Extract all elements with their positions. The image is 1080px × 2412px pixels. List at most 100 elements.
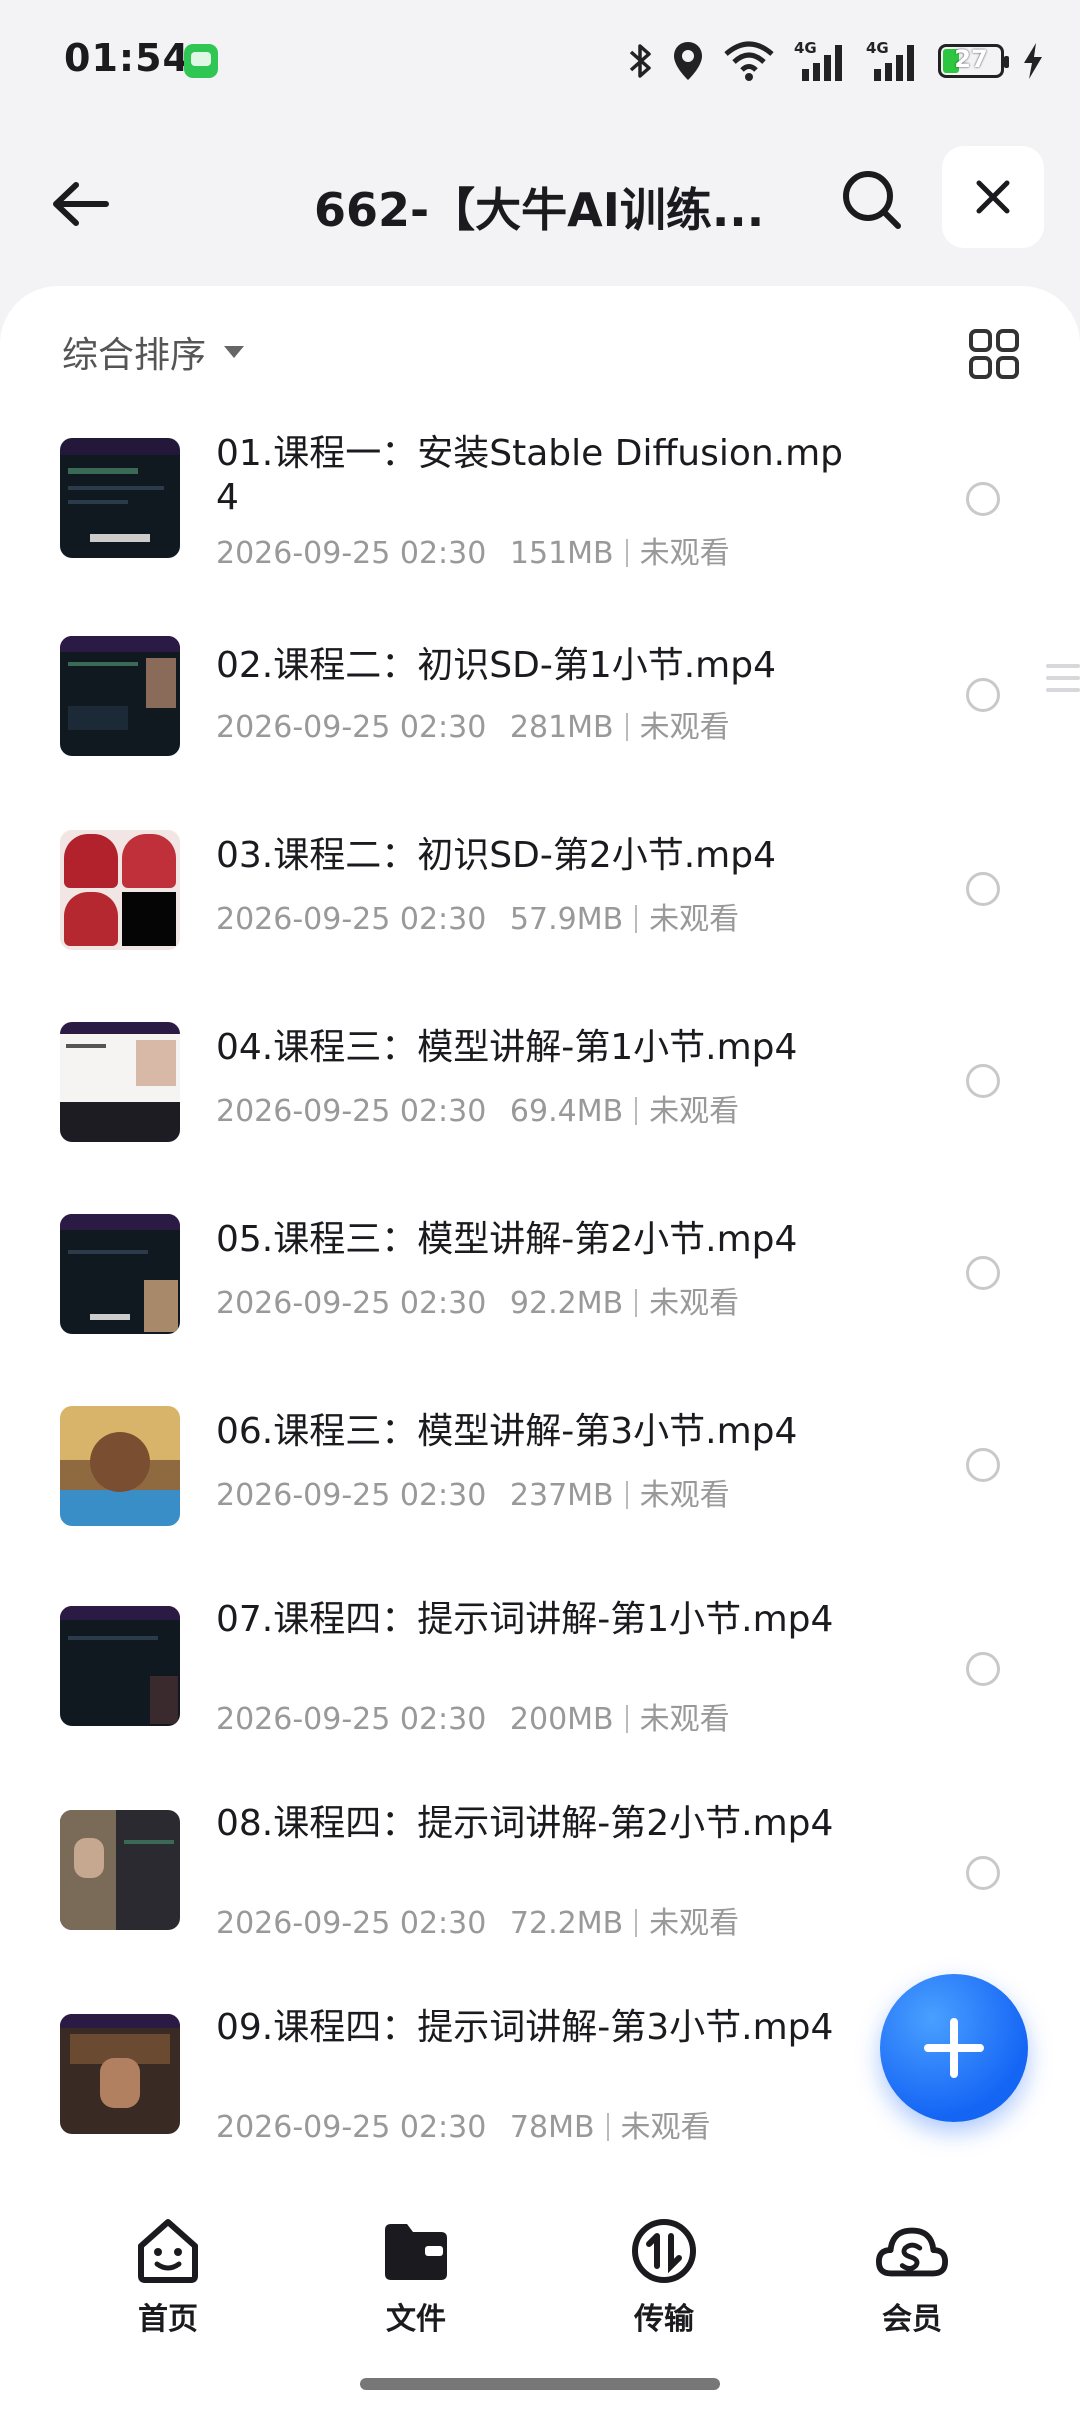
file-name: 02.课程二：初识SD-第1小节.mp4	[216, 645, 776, 686]
file-name: 09.课程四：提示词讲解-第3小节.mp4	[216, 2007, 834, 2048]
file-name: 04.课程三：模型讲解-第1小节.mp4	[216, 1027, 798, 1068]
file-size: 237MB	[509, 1478, 614, 1513]
file-size: 281MB	[509, 710, 614, 745]
bottom-navigation: 首页 文件 传输 会员	[0, 2166, 1080, 2412]
file-size: 78MB	[509, 2110, 595, 2145]
select-radio[interactable]	[966, 1652, 1000, 1686]
nav-home[interactable]: 首页	[88, 2214, 248, 2338]
back-button[interactable]	[44, 168, 116, 240]
message-notification-icon	[184, 44, 218, 78]
file-meta: 2026-09-25 02:30 57.9MB 未观看	[216, 894, 739, 938]
file-size: 151MB	[509, 536, 614, 571]
svg-text:4G: 4G	[866, 39, 889, 57]
add-button[interactable]	[880, 1974, 1028, 2122]
watch-status: 未观看	[639, 710, 730, 745]
location-icon	[672, 40, 704, 82]
page-title: 662-【大牛AI训练...	[314, 183, 765, 237]
video-thumbnail	[60, 2014, 180, 2134]
status-bar: 01:54 4G 4G 27	[0, 0, 1080, 120]
video-thumbnail	[60, 636, 180, 756]
sort-label: 综合排序	[62, 335, 207, 376]
video-thumbnail	[60, 1406, 180, 1526]
file-date: 2026-09-25 02:30	[216, 902, 487, 937]
file-date: 2026-09-25 02:30	[216, 710, 487, 745]
video-thumbnail	[60, 830, 180, 950]
file-date: 2026-09-25 02:30	[216, 1906, 487, 1941]
arrow-left-icon	[53, 182, 109, 226]
file-date: 2026-09-25 02:30	[216, 1094, 487, 1129]
file-meta: 2026-09-25 02:30 69.4MB 未观看	[216, 1086, 739, 1130]
video-thumbnail	[60, 1606, 180, 1726]
grid-view-icon	[969, 329, 1019, 379]
view-toggle-button[interactable]	[966, 326, 1022, 382]
file-name: 03.课程二：初识SD-第2小节.mp4	[216, 835, 776, 876]
home-face-icon	[131, 2214, 205, 2288]
file-size: 92.2MB	[509, 1286, 624, 1321]
status-time: 01:54	[64, 36, 190, 80]
select-radio[interactable]	[966, 482, 1000, 516]
file-meta: 2026-09-25 02:30 200MB 未观看	[216, 1694, 730, 1738]
file-size: 57.9MB	[509, 902, 624, 937]
search-button[interactable]	[836, 164, 908, 236]
watch-status: 未观看	[649, 1906, 740, 1941]
signal-4g-icon: 4G	[794, 39, 848, 83]
file-date: 2026-09-25 02:30	[216, 2110, 487, 2145]
file-date: 2026-09-25 02:30	[216, 536, 487, 571]
select-radio[interactable]	[966, 1064, 1000, 1098]
caret-down-icon	[224, 346, 245, 358]
close-icon	[976, 180, 1010, 214]
watch-status: 未观看	[649, 1286, 740, 1321]
charging-icon	[1022, 41, 1044, 81]
nav-transfer[interactable]: 传输	[584, 2214, 744, 2338]
watch-status: 未观看	[649, 902, 740, 937]
cloud-vip-icon	[875, 2214, 949, 2288]
plus-icon	[924, 2018, 984, 2078]
select-radio[interactable]	[966, 872, 1000, 906]
watch-status: 未观看	[620, 2110, 711, 2145]
file-date: 2026-09-25 02:30	[216, 1286, 487, 1321]
nav-label: 首页	[138, 2302, 198, 2337]
file-name: 06.课程三：模型讲解-第3小节.mp4	[216, 1411, 798, 1452]
nav-vip[interactable]: 会员	[832, 2214, 992, 2338]
file-date: 2026-09-25 02:30	[216, 1702, 487, 1737]
file-size: 72.2MB	[509, 1906, 624, 1941]
video-thumbnail	[60, 1214, 180, 1334]
transfer-icon	[627, 2214, 701, 2288]
status-icons: 4G 4G 27	[628, 36, 1044, 86]
folder-icon	[379, 2214, 453, 2288]
wifi-icon	[722, 40, 776, 82]
watch-status: 未观看	[639, 1478, 730, 1513]
select-radio[interactable]	[966, 1256, 1000, 1290]
select-radio[interactable]	[966, 1856, 1000, 1890]
watch-status: 未观看	[639, 1702, 730, 1737]
nav-files[interactable]: 文件	[336, 2214, 496, 2338]
file-name: 01.课程一：安装Stable Diffusion.mp4	[216, 433, 844, 518]
watch-status: 未观看	[639, 536, 730, 571]
select-radio[interactable]	[966, 678, 1000, 712]
close-button[interactable]	[942, 146, 1044, 248]
file-meta: 2026-09-25 02:30 92.2MB 未观看	[216, 1278, 739, 1322]
bluetooth-icon	[628, 41, 654, 81]
signal-4g-icon-2: 4G	[866, 39, 920, 83]
select-radio[interactable]	[966, 1448, 1000, 1482]
file-name: 07.课程四：提示词讲解-第1小节.mp4	[216, 1599, 834, 1640]
file-meta: 2026-09-25 02:30 237MB 未观看	[216, 1470, 730, 1514]
file-name: 05.课程三：模型讲解-第2小节.mp4	[216, 1219, 798, 1260]
scroll-handle[interactable]	[1046, 664, 1080, 704]
battery-icon: 27	[938, 44, 1009, 78]
file-name: 08.课程四：提示词讲解-第2小节.mp4	[216, 1803, 834, 1844]
file-date: 2026-09-25 02:30	[216, 1478, 487, 1513]
home-indicator[interactable]	[360, 2378, 720, 2390]
nav-label: 传输	[634, 2302, 694, 2337]
nav-label: 会员	[882, 2302, 942, 2337]
file-meta: 2026-09-25 02:30 78MB 未观看	[216, 2102, 711, 2146]
file-size: 69.4MB	[509, 1094, 624, 1129]
svg-text:4G: 4G	[794, 39, 817, 57]
file-meta: 2026-09-25 02:30 72.2MB 未观看	[216, 1898, 739, 1942]
battery-level: 27	[954, 45, 988, 73]
video-thumbnail	[60, 1810, 180, 1930]
nav-label: 文件	[386, 2302, 446, 2337]
header: 662-【大牛AI训练...	[0, 140, 1080, 260]
sort-dropdown[interactable]: 综合排序	[62, 326, 245, 378]
file-size: 200MB	[509, 1702, 614, 1737]
